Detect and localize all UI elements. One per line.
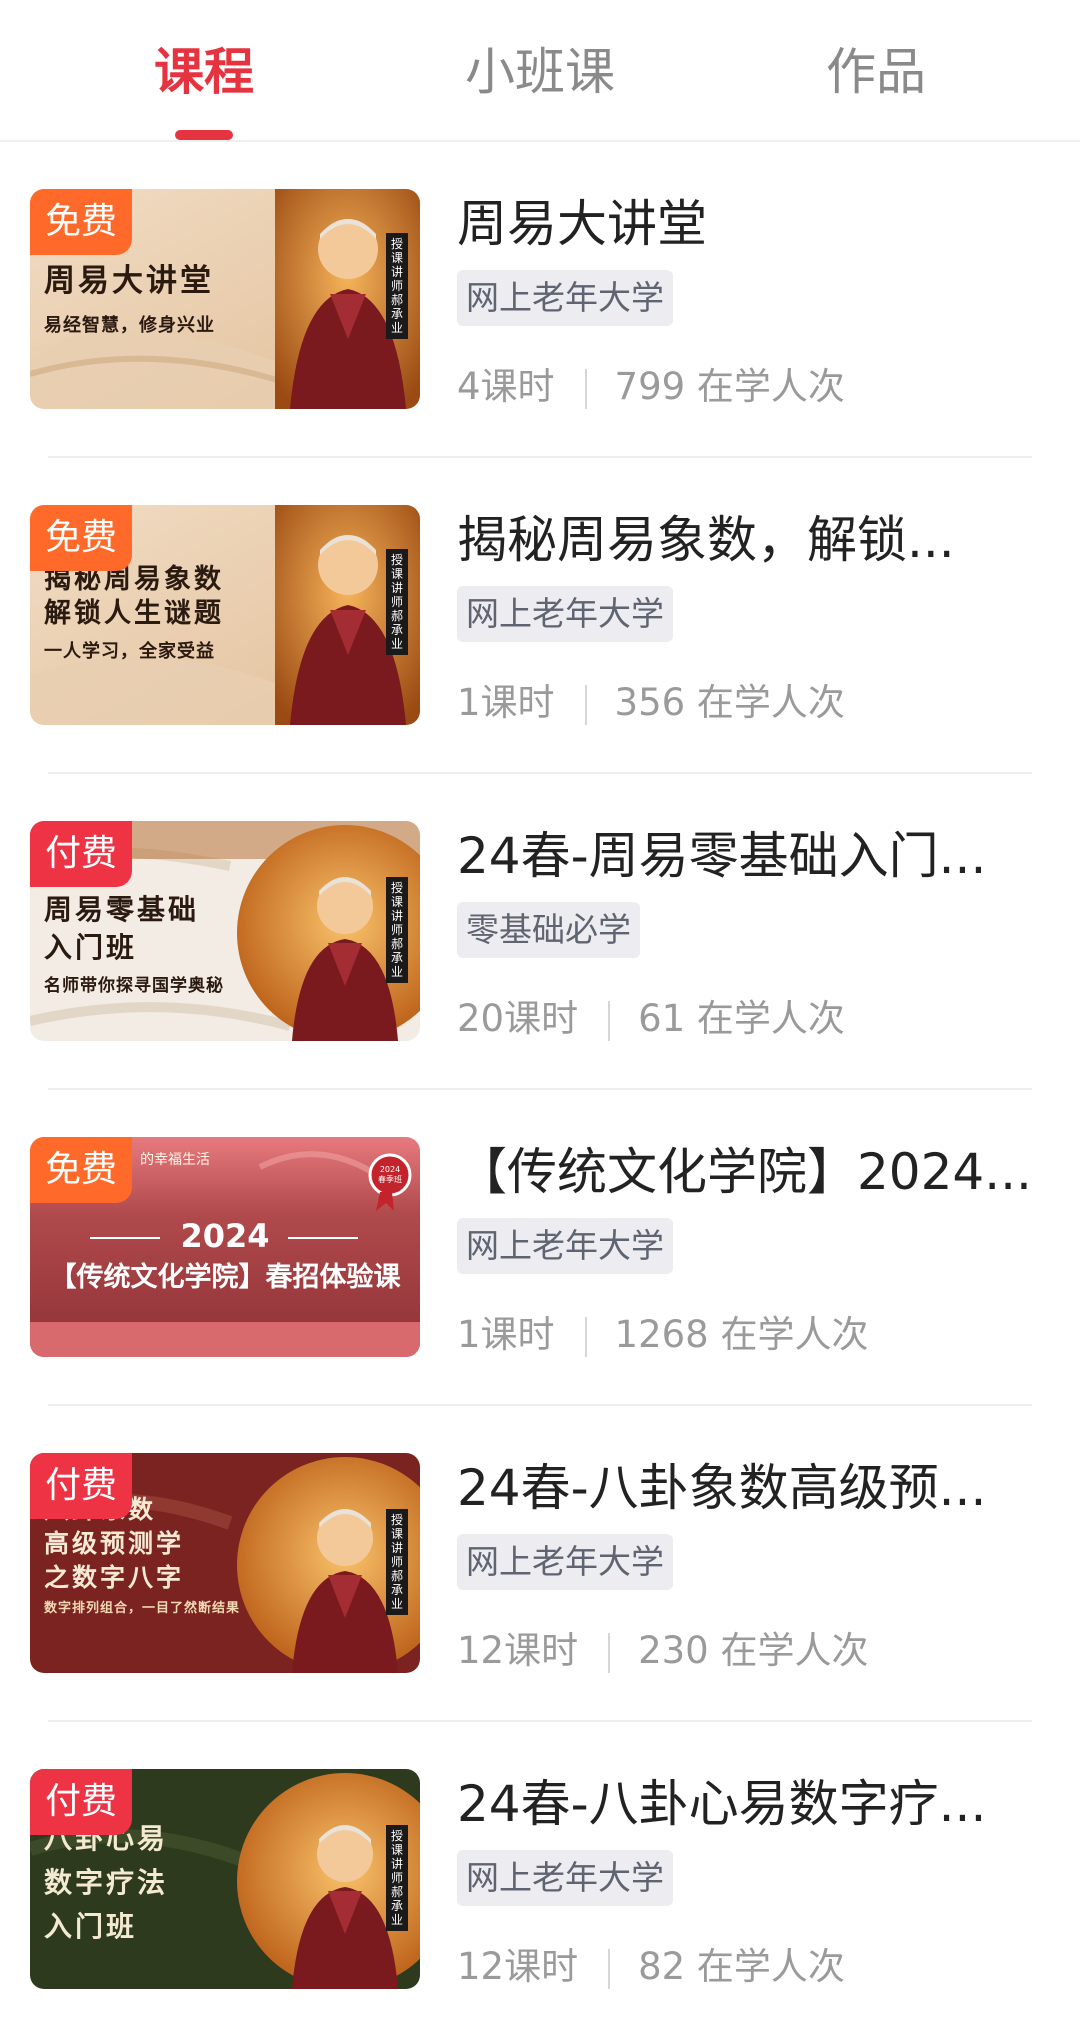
course-item[interactable]: 授课讲师 郝承业 周易零基础 入门班 名师带你探寻国学奥秘 付费 24春-周易零… [0,774,1080,1090]
course-title: 24春-八卦象数高级预... [457,1459,987,1517]
meta-divider [608,1632,611,1673]
paid-badge: 付费 [30,821,132,887]
tab-courses[interactable]: 课程 [84,32,324,112]
course-title: 揭秘周易象数，解锁... [457,511,955,569]
thumbnail-header-text: 的幸福生活 [140,1152,210,1168]
course-thumbnail: 授课讲师 郝承业 揭秘周易象数 解锁人生谜题 一人学习，全家受益 免费 [30,505,420,725]
meta-divider [608,1000,611,1041]
thumbnail-caption: 周易大讲堂 易经智慧，修身兴业 [44,261,215,337]
thumbnail-year: 2024 [180,1217,270,1255]
learner-count: 1268 在学人次 [614,1313,869,1356]
tab-small-class[interactable]: 小班课 [420,32,660,112]
course-tag: 网上老年大学 [457,1850,673,1906]
teacher-label: 授课讲师 郝承业 [386,549,408,655]
thumbnail-title: 八卦心易 数字疗法 入门班 [44,1822,169,1943]
learner-count: 799 在学人次 [614,365,845,408]
thumbnail-subtitle: 数字排列组合，一目了然断结果 [44,1601,241,1616]
course-tag: 网上老年大学 [457,270,673,326]
lesson-count: 1课时 [457,1313,555,1356]
thumbnail-subtitle: 一人学习，全家受益 [44,641,215,662]
course-meta: 12课时 230 在学人次 [457,1626,868,1676]
course-item[interactable]: 授课讲师 郝承业 揭秘周易象数 解锁人生谜题 一人学习，全家受益 免费 揭秘周易… [0,458,1080,774]
meta-divider [584,684,587,725]
thumbnail-title: 揭秘周易象数 解锁人生谜题 [44,564,224,629]
lesson-count: 12课时 [457,1629,579,1672]
course-tag: 网上老年大学 [457,586,673,642]
learner-count: 356 在学人次 [614,681,845,724]
seal-badge: 2024 春季班 [378,1165,402,1184]
meta-divider [608,1948,611,1989]
lesson-count: 12课时 [457,1945,579,1988]
course-meta: 20课时 61 在学人次 [457,994,845,1044]
learner-count: 230 在学人次 [638,1629,869,1672]
course-item[interactable]: 授课讲师 郝承业 周易大讲堂 易经智慧，修身兴业 免费 周易大讲堂 网上老年大学… [0,142,1080,458]
thumbnail-caption: 揭秘周易象数 解锁人生谜题 一人学习，全家受益 [44,563,224,663]
learner-count: 82 在学人次 [638,1945,845,1988]
course-title: 【传统文化学院】2024... [457,1143,1032,1201]
free-badge: 免费 [30,505,132,571]
course-thumbnail: 授课讲师 郝承业 周易零基础 入门班 名师带你探寻国学奥秘 付费 [30,821,420,1041]
course-title: 周易大讲堂 [457,195,707,253]
course-thumbnail: 授课讲师 郝承业 八卦心易 数字疗法 入门班 付费 [30,1769,420,1989]
thumbnail-title: 周易零基础 入门班 [44,893,200,964]
course-meta: 4课时 799 在学人次 [457,362,845,412]
course-title: 24春-八卦心易数字疗... [457,1775,987,1833]
paid-badge: 付费 [30,1769,132,1835]
lesson-count: 20课时 [457,997,579,1040]
free-badge: 免费 [30,1137,132,1203]
course-item[interactable]: 授课讲师 郝承业 八卦心易 数字疗法 入门班 付费 24春-八卦心易数字疗...… [0,1722,1080,2038]
lesson-count: 1课时 [457,681,555,724]
learner-count: 61 在学人次 [638,997,845,1040]
course-thumbnail: 的幸福生活 2024 【传统文化学院】春招体验课 2024 春季班 免费 [30,1137,420,1357]
tab-bar: 课程 小班课 作品 [0,0,1080,142]
course-thumbnail: 授课讲师 郝承业 八卦象数 高级预测学 之数字八字 数字排列组合，一目了然断结果… [30,1453,420,1673]
teacher-label: 授课讲师 郝承业 [386,1825,408,1931]
course-list: 授课讲师 郝承业 周易大讲堂 易经智慧，修身兴业 免费 周易大讲堂 网上老年大学… [0,142,1080,2038]
course-thumbnail: 授课讲师 郝承业 周易大讲堂 易经智慧，修身兴业 免费 [30,189,420,409]
free-badge: 免费 [30,189,132,255]
course-item[interactable]: 授课讲师 郝承业 八卦象数 高级预测学 之数字八字 数字排列组合，一目了然断结果… [0,1406,1080,1722]
meta-divider [584,1316,587,1357]
active-tab-indicator [175,130,233,140]
course-meta: 1课时 1268 在学人次 [457,1310,868,1360]
thumbnail-subtitle: 名师带你探寻国学奥秘 [44,976,224,996]
course-tag: 网上老年大学 [457,1534,673,1590]
thumbnail-caption: 周易零基础 入门班 名师带你探寻国学奥秘 [44,891,224,996]
thumbnail-caption: 八卦心易 数字疗法 入门班 [44,1817,168,1949]
thumbnail-title: 周易大讲堂 [44,263,214,299]
thumbnail-title: 【传统文化学院】春招体验课 [49,1262,401,1293]
tab-works[interactable]: 作品 [756,32,996,112]
teacher-label: 授课讲师 郝承业 [386,1509,408,1615]
paid-badge: 付费 [30,1453,132,1519]
teacher-label: 授课讲师 郝承业 [386,233,408,339]
course-tag: 网上老年大学 [457,1218,673,1274]
teacher-label: 授课讲师 郝承业 [386,877,408,983]
lesson-count: 4课时 [457,365,555,408]
course-title: 24春-周易零基础入门... [457,827,987,885]
course-meta: 1课时 356 在学人次 [457,678,845,728]
course-tag: 零基础必学 [457,902,640,958]
thumbnail-subtitle: 易经智慧，修身兴业 [44,315,215,336]
course-meta: 12课时 82 在学人次 [457,1942,845,1992]
course-item[interactable]: 的幸福生活 2024 【传统文化学院】春招体验课 2024 春季班 免费 【传统… [0,1090,1080,1406]
meta-divider [584,368,587,409]
